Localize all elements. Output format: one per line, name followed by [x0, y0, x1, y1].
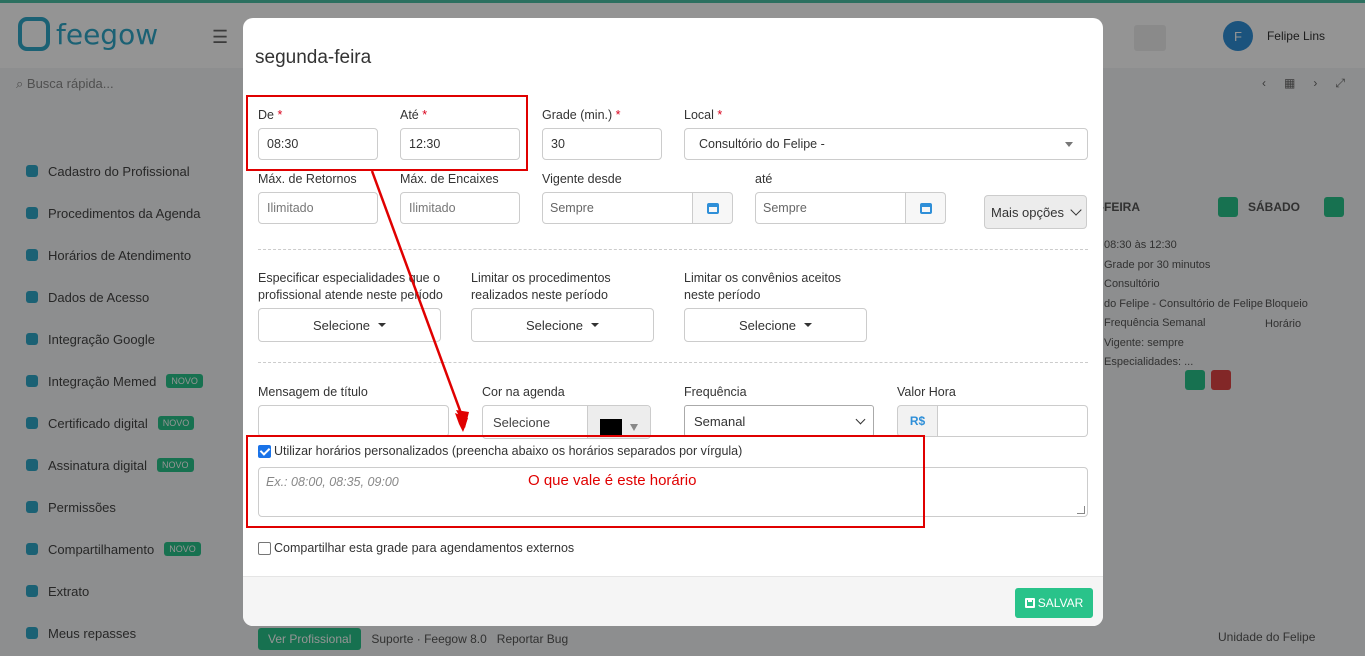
local-value: Consultório do Felipe - — [699, 137, 825, 151]
chevron-down-icon — [855, 414, 866, 424]
color-swatch-picker[interactable] — [587, 406, 650, 438]
divider — [258, 249, 1088, 250]
especialidades-select[interactable]: Selecione — [258, 308, 441, 342]
share-row[interactable]: Compartilhar esta grade para agendamento… — [258, 541, 574, 555]
modal-footer — [243, 576, 1103, 626]
calendar-icon[interactable] — [693, 192, 733, 224]
vigente-desde-label: Vigente desde — [542, 172, 622, 186]
especialidades-label: Especificar especialidades que o profiss… — [258, 271, 443, 302]
dropdown-arrow-icon — [1065, 141, 1073, 147]
frequencia-value: Semanal — [694, 413, 746, 429]
grade-label: Grade (min.) * — [542, 108, 621, 122]
valor-hora-input[interactable]: R$ — [897, 405, 1088, 437]
custom-hours-checkbox[interactable] — [258, 444, 271, 458]
ate-input[interactable]: 12:30 — [400, 128, 520, 160]
mensagem-label: Mensagem de título — [258, 385, 368, 399]
share-checkbox[interactable] — [258, 541, 271, 555]
resize-handle-icon[interactable] — [1077, 506, 1085, 514]
ate-label: Até * — [400, 108, 428, 122]
custom-hours-label: Utilizar horários personalizados (preenc… — [274, 444, 743, 458]
select-label: Selecione — [312, 317, 371, 333]
cor-value: Selecione — [493, 414, 551, 430]
max-encaixes-input[interactable]: Ilimitado — [400, 192, 520, 224]
valor-hora-label: Valor Hora — [897, 385, 956, 399]
de-label: De * — [258, 108, 283, 122]
max-encaixes-label: Máx. de Encaixes — [400, 172, 499, 186]
share-label: Compartilhar esta grade para agendamento… — [274, 541, 575, 555]
save-icon — [1024, 598, 1035, 608]
max-retornos-input[interactable]: Ilimitado — [258, 192, 378, 224]
caret-down-icon — [378, 323, 387, 327]
vigente-desde-field[interactable]: Sempre — [542, 192, 693, 224]
vigente-ate-label: até — [755, 172, 773, 186]
mais-opcoes-button[interactable]: Mais opções — [984, 195, 1087, 229]
grade-input[interactable]: 30 — [542, 128, 662, 160]
select-label: Selecione — [738, 317, 797, 333]
procedimentos-label: Limitar os procedimentos realizados nest… — [471, 271, 611, 302]
dropdown-arrow-icon — [630, 423, 638, 431]
save-button[interactable]: SALVAR — [1015, 588, 1093, 618]
chevron-down-icon — [1070, 204, 1082, 216]
convenios-select[interactable]: Selecione — [684, 308, 867, 342]
mais-opcoes-label: Mais opções — [991, 204, 1064, 220]
save-label: SALVAR — [1037, 596, 1084, 610]
vigente-ate-field[interactable]: Sempre — [755, 192, 906, 224]
select-label: Selecione — [525, 317, 584, 333]
caret-down-icon — [591, 323, 600, 327]
local-label: Local * — [684, 108, 723, 122]
caret-down-icon — [804, 323, 813, 327]
divider — [258, 362, 1088, 363]
schedule-modal: segunda-feira De * 08:30 Até * 12:30 Gra… — [243, 18, 1103, 626]
custom-hours-row[interactable]: Utilizar horários personalizados (preenc… — [258, 444, 742, 458]
valor-hora-field[interactable] — [938, 405, 1088, 437]
calendar-icon[interactable] — [906, 192, 946, 224]
mensagem-input[interactable] — [258, 405, 449, 437]
color-swatch — [600, 419, 622, 435]
vigente-ate-input[interactable]: Sempre — [755, 192, 946, 224]
de-input[interactable]: 08:30 — [258, 128, 378, 160]
procedimentos-select[interactable]: Selecione — [471, 308, 654, 342]
frequencia-label: Frequência — [684, 385, 747, 399]
modal-title: segunda-feira — [255, 47, 372, 68]
max-retornos-label: Máx. de Retornos — [258, 172, 357, 186]
currency-prefix: R$ — [897, 405, 938, 437]
local-select[interactable]: Consultório do Felipe - — [684, 128, 1088, 160]
cor-select[interactable]: Selecione — [482, 405, 651, 439]
cor-label: Cor na agenda — [482, 385, 565, 399]
convenios-label: Limitar os convênios aceitos neste perío… — [684, 271, 842, 302]
vigente-desde-input[interactable]: Sempre — [542, 192, 733, 224]
annotation-text: O que vale é este horário — [528, 472, 697, 489]
frequencia-select[interactable]: Semanal — [684, 405, 874, 437]
custom-hours-placeholder: Ex.: 08:00, 08:35, 09:00 — [266, 475, 399, 489]
